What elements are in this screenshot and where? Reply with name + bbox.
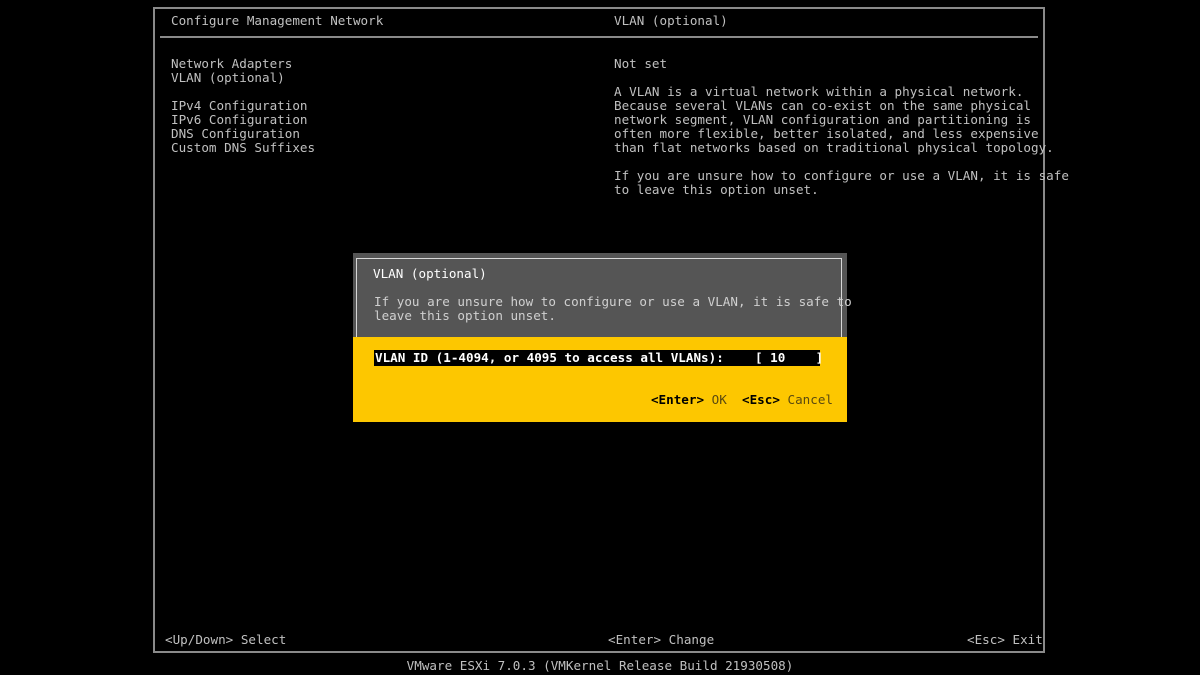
detail-title: VLAN (optional) (614, 13, 728, 28)
dialog-title: VLAN (optional) (373, 266, 487, 281)
version-banner: VMware ESXi 7.0.3 (VMKernel Release Buil… (406, 658, 794, 673)
menu-item-dns[interactable]: DNS Configuration (171, 127, 315, 141)
vlan-id-label: VLAN ID (1-4094, or 4095 to access all V… (375, 350, 724, 365)
ok-label: OK (711, 392, 727, 407)
cancel-label: Cancel (787, 392, 834, 407)
menu-item-ipv6[interactable]: IPv6 Configuration (171, 113, 315, 127)
vlan-status: Not set (614, 56, 668, 71)
menu-item-ipv4[interactable]: IPv4 Configuration (171, 99, 315, 113)
description-paragraph: A VLAN is a virtual network within a phy… (614, 84, 1054, 155)
dialog-body: VLAN ID (1-4094, or 4095 to access all V… (353, 337, 847, 422)
header-divider (160, 36, 1038, 38)
config-menu: Network Adapters VLAN (optional) IPv4 Co… (171, 57, 315, 155)
screen-title: Configure Management Network (171, 13, 384, 28)
ok-button[interactable]: <Enter> OK (651, 392, 727, 407)
dialog-actions: <Enter> OK <Esc> Cancel (651, 393, 833, 407)
ok-key-hint: <Enter> (650, 392, 705, 407)
menu-item-vlan[interactable]: VLAN (optional) (171, 71, 315, 99)
dialog-message: If you are unsure how to configure or us… (374, 294, 852, 323)
footer-exit-hint: <Esc> Exit (967, 632, 1043, 647)
vlan-id-row: VLAN ID (1-4094, or 4095 to access all V… (374, 350, 823, 366)
cancel-button[interactable]: <Esc> Cancel (742, 392, 833, 407)
footer-change-hint: <Enter> Change (608, 632, 715, 647)
vlan-dialog: VLAN (optional) If you are unsure how to… (353, 253, 852, 422)
footer-select-hint: <Up/Down> Select (165, 632, 287, 647)
vlan-id-input[interactable]: [ 10 ] (755, 350, 823, 366)
menu-item-dns-suffixes[interactable]: Custom DNS Suffixes (171, 141, 315, 155)
description-hint: If you are unsure how to configure or us… (614, 168, 1069, 197)
cancel-key-hint: <Esc> (741, 392, 780, 407)
menu-item-network-adapters[interactable]: Network Adapters (171, 57, 315, 71)
vlan-description: A VLAN is a virtual network within a phy… (614, 84, 1069, 211)
